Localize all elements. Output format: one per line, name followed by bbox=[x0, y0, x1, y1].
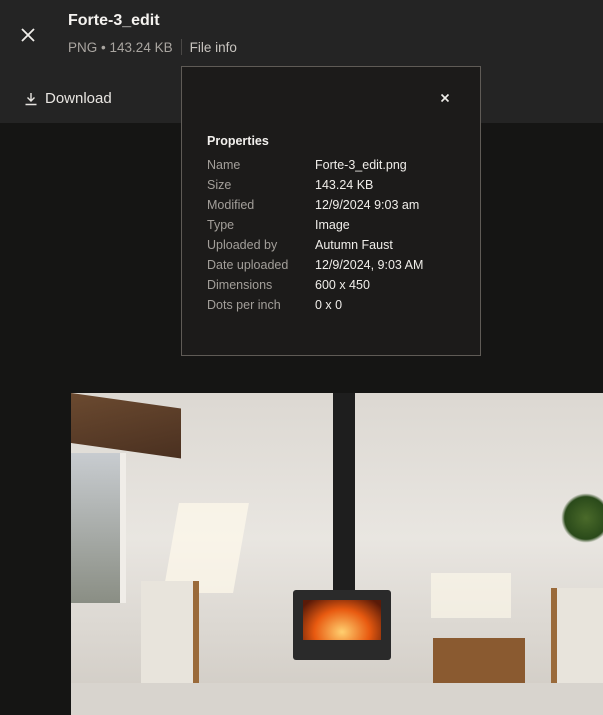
property-value: 143.24 KB bbox=[315, 178, 374, 192]
property-key: Modified bbox=[207, 198, 255, 212]
file-size: 143.24 KB bbox=[109, 39, 173, 55]
close-icon bbox=[440, 93, 450, 103]
file-info-link[interactable]: File info bbox=[190, 40, 237, 55]
photo-stove bbox=[293, 590, 391, 660]
property-value: 12/9/2024, 9:03 AM bbox=[315, 258, 424, 272]
file-meta: PNG • 143.24 KB File info bbox=[68, 39, 237, 55]
property-value: 12/9/2024 9:03 am bbox=[315, 198, 420, 212]
property-key: Dots per inch bbox=[207, 298, 281, 312]
property-key: Dimensions bbox=[207, 278, 273, 292]
photo-sunlight bbox=[163, 503, 249, 593]
download-button[interactable]: Download bbox=[24, 90, 112, 107]
download-label: Download bbox=[45, 90, 112, 107]
property-row: Uploaded by Autumn Faust bbox=[207, 237, 423, 257]
property-row: Size 143.24 KB bbox=[207, 177, 423, 197]
property-key: Uploaded by bbox=[207, 238, 278, 252]
photo-beam bbox=[71, 393, 181, 459]
property-row: Name Forte-3_edit.png bbox=[207, 157, 423, 177]
close-popup-button[interactable] bbox=[438, 91, 452, 105]
photo-stove-pipe bbox=[333, 393, 355, 593]
close-icon bbox=[21, 28, 35, 42]
property-value: 0 x 0 bbox=[315, 298, 343, 312]
properties-heading: Properties bbox=[207, 134, 269, 148]
download-icon bbox=[25, 92, 37, 105]
meta-separator: • bbox=[101, 39, 106, 55]
property-value: 600 x 450 bbox=[315, 278, 370, 292]
property-row: Modified 12/9/2024 9:03 am bbox=[207, 197, 423, 217]
property-row: Date uploaded 12/9/2024, 9:03 AM bbox=[207, 257, 423, 277]
property-key: Type bbox=[207, 218, 235, 232]
properties-list: Name Forte-3_edit.png Size 143.24 KB Modif… bbox=[207, 157, 423, 317]
property-value: Forte-3_edit.png bbox=[315, 158, 407, 172]
property-value: Image bbox=[315, 218, 350, 232]
image-preview bbox=[71, 393, 603, 715]
file-title: Forte-3_edit bbox=[68, 12, 160, 29]
property-value: Autumn Faust bbox=[315, 238, 393, 252]
photo-speaker bbox=[141, 581, 199, 691]
photo-sunlight bbox=[431, 573, 511, 618]
property-key: Name bbox=[207, 158, 241, 172]
photo-floor bbox=[71, 683, 603, 715]
property-row: Dots per inch 0 x 0 bbox=[207, 297, 423, 317]
photo-speaker bbox=[551, 588, 603, 698]
photo-plant bbox=[561, 493, 603, 543]
photo-fire bbox=[303, 600, 381, 640]
photo-window bbox=[71, 453, 126, 603]
file-info-popup: Properties Name Forte-3_edit.png Size 143.… bbox=[181, 66, 481, 356]
property-row: Type Image bbox=[207, 217, 423, 237]
divider bbox=[180, 39, 182, 55]
property-row: Dimensions 600 x 450 bbox=[207, 277, 423, 297]
file-type: PNG bbox=[68, 39, 98, 55]
property-key: Date uploaded bbox=[207, 258, 289, 272]
property-key: Size bbox=[207, 178, 232, 192]
close-viewer-button[interactable] bbox=[18, 25, 38, 45]
